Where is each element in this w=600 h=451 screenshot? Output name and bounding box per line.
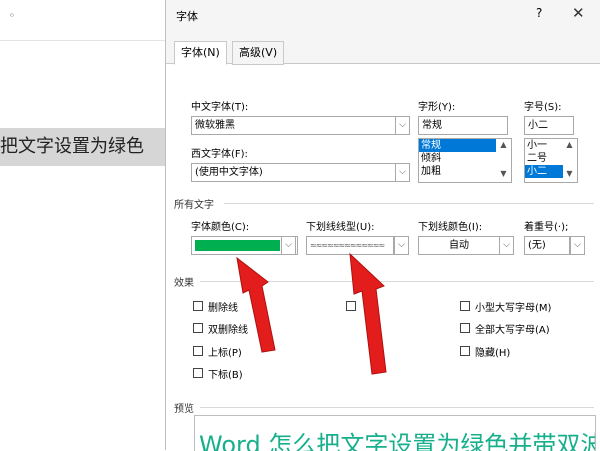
red-arrow-icon (236, 256, 276, 353)
red-arrow-icon (349, 252, 387, 375)
annotation-overlay (236, 252, 387, 375)
